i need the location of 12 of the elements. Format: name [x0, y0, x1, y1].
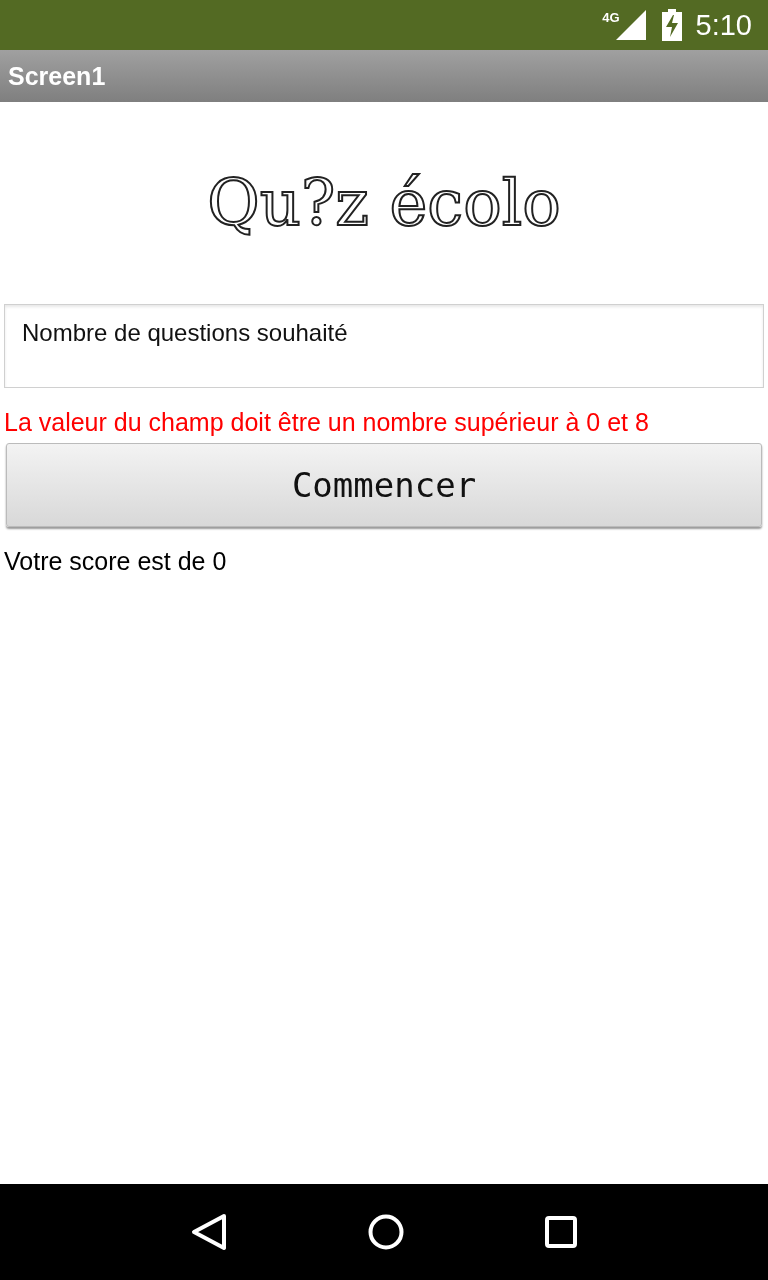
recents-icon[interactable] [545, 1216, 578, 1248]
home-icon[interactable] [368, 1214, 404, 1250]
error-message: La valeur du champ doit être un nombre supérieur à 0 et 8 [4, 408, 650, 437]
battery-charging-icon [661, 9, 682, 41]
score-text: Votre score est de 0 [4, 547, 228, 576]
start-button[interactable]: Commencer [6, 443, 762, 527]
clock: 5:10 [695, 8, 752, 42]
back-icon[interactable] [190, 1213, 227, 1251]
app-logo: Qu?z écolo [207, 166, 561, 240]
screen-title: Screen1 [8, 61, 106, 91]
network-label: 4G [602, 10, 620, 25]
input-field[interactable]: Nombre de questions souhaité [4, 304, 764, 388]
